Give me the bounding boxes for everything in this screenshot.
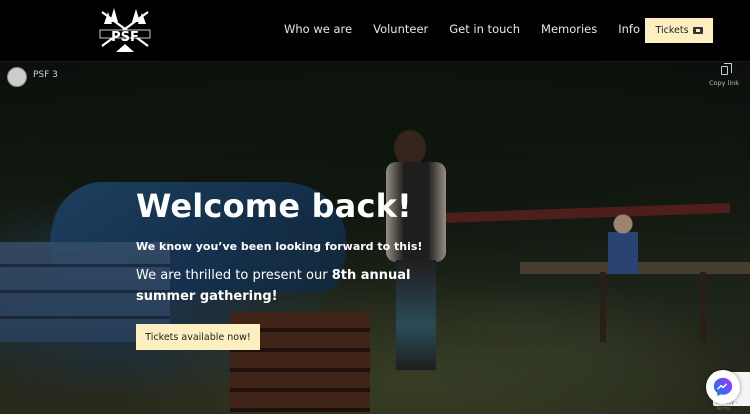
messenger-icon <box>713 377 733 397</box>
hero-description-post: summer gathering! <box>136 289 278 304</box>
hero-video[interactable]: PSF 3 Copy link Welcome back! We know yo… <box>0 62 750 414</box>
logo-wordmark: PSF <box>111 30 139 45</box>
video-title[interactable]: PSF 3 <box>33 70 58 80</box>
tickets-cta-button[interactable]: Tickets available now! <box>136 324 260 350</box>
hero-subheading: We know you’ve been looking forward to t… <box>136 240 423 253</box>
tickets-cta-label: Tickets available now! <box>145 331 251 343</box>
hero-description-pre: We are thrilled to present our <box>136 268 332 283</box>
copy-link-button[interactable]: Copy link <box>706 63 742 87</box>
channel-avatar[interactable] <box>7 67 27 87</box>
nav-get-in-touch[interactable]: Get in touch <box>449 22 520 36</box>
ticket-icon <box>692 27 703 34</box>
nav-who-we-are[interactable]: Who we are <box>284 22 352 36</box>
tickets-button-label: Tickets <box>655 25 689 36</box>
messenger-chat-button[interactable] <box>706 370 740 404</box>
nav-memories[interactable]: Memories <box>541 22 597 36</box>
logo-icon: PSF <box>99 8 151 52</box>
site-header: PSF Who we are Volunteer Get in touch Me… <box>0 0 750 62</box>
nav-info-label: Info <box>618 22 641 36</box>
hero-description-bold: 8th annual <box>331 268 411 283</box>
copy-icon <box>720 63 732 75</box>
copy-link-label: Copy link <box>708 79 740 87</box>
logo[interactable]: PSF <box>96 6 154 56</box>
tickets-button[interactable]: Tickets <box>645 18 713 43</box>
main-nav: Who we are Volunteer Get in touch Memori… <box>284 22 675 36</box>
hero-description: We are thrilled to present our 8th annua… <box>136 265 456 307</box>
nav-volunteer[interactable]: Volunteer <box>373 22 428 36</box>
hero-heading: Welcome back! <box>136 187 412 225</box>
